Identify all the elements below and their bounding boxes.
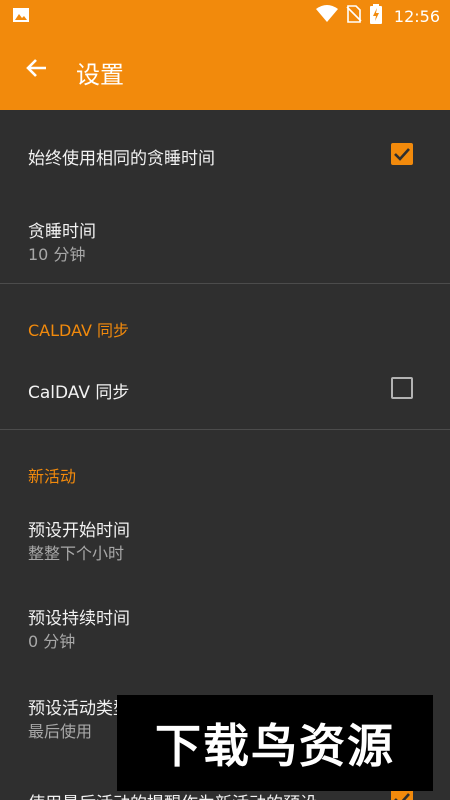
image-icon (12, 7, 30, 23)
setting-caldav-sync[interactable]: CalDAV 同步 (0, 350, 450, 428)
setting-title: 预设活动类型 (28, 699, 130, 719)
setting-title: CalDAV 同步 (28, 383, 130, 403)
setting-title: 始终使用相同的贪睡时间 (28, 149, 215, 169)
setting-value: 最后使用 (28, 722, 93, 741)
arrow-left-icon (25, 57, 47, 83)
setting-value: 整整下个小时 (28, 544, 125, 563)
setting-value: 10 分钟 (28, 245, 86, 264)
divider (0, 429, 450, 430)
setting-value: 0 分钟 (28, 632, 76, 651)
caldav-sync-checkbox[interactable] (391, 377, 413, 399)
wifi-icon (315, 5, 338, 27)
divider (0, 283, 450, 284)
setting-title: 预设开始时间 (28, 521, 130, 541)
setting-default-duration[interactable]: 预设持续时间 0 分钟 (0, 588, 450, 676)
section-header-caldav: CALDAV 同步 (28, 321, 130, 340)
checkmark-icon (394, 148, 410, 161)
watermark-text: 下载鸟资源 (155, 719, 395, 773)
setting-default-start[interactable]: 预设开始时间 整整下个小时 (0, 500, 450, 588)
setting-title: 预设持续时间 (28, 609, 130, 629)
status-bar: 12:56 (0, 0, 450, 32)
toolbar: 设置 (0, 32, 450, 110)
status-time: 12:56 (393, 6, 440, 26)
setting-snooze-time[interactable]: 贪睡时间 10 分钟 (0, 198, 450, 283)
battery-charging-icon (369, 4, 382, 28)
no-sim-icon (346, 5, 362, 27)
watermark-overlay: 下载鸟资源 (117, 695, 433, 791)
back-button[interactable] (18, 52, 54, 88)
same-snooze-checkbox[interactable] (391, 143, 413, 165)
page-title: 设置 (76, 61, 124, 89)
checkmark-icon (394, 793, 410, 800)
setting-title: 贪睡时间 (28, 222, 96, 242)
section-header-new-event: 新活动 (28, 467, 77, 486)
setting-same-snooze[interactable]: 始终使用相同的贪睡时间 (0, 110, 450, 198)
